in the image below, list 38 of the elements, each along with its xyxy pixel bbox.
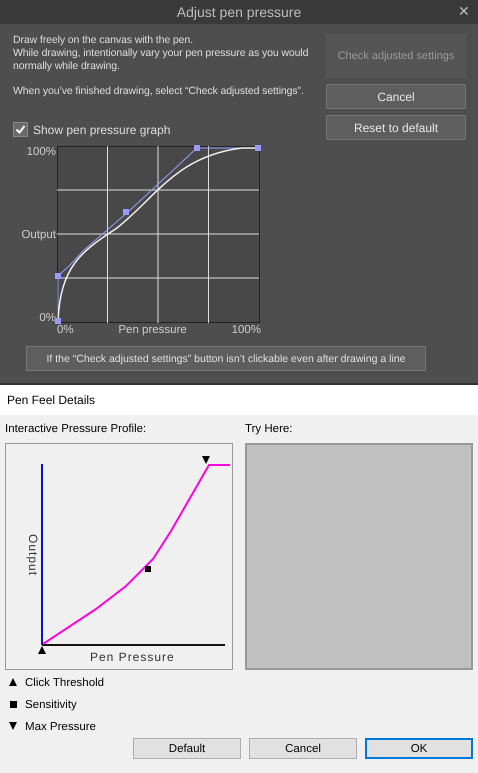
control-point[interactable] [55, 273, 61, 279]
dialog-button[interactable]: Cancel [326, 84, 466, 109]
control-point[interactable] [255, 145, 261, 151]
max-pressure-handle[interactable] [202, 456, 210, 464]
axis-label: 100% [232, 324, 261, 338]
dialog-title: Adjust pen pressure [176, 4, 302, 20]
drawing-area[interactable] [245, 443, 473, 670]
dialog-button[interactable]: Cancel [249, 738, 357, 759]
checkbox[interactable] [13, 122, 28, 137]
legend-label: Click Threshold [25, 676, 104, 688]
panel-label: Try Here: [245, 423, 294, 437]
dialog-button[interactable]: Reset to default [326, 115, 466, 140]
section-title: Pen Feel Details [0, 385, 478, 415]
triangle-icon [9, 722, 17, 731]
instruction-text: Draw freely on the canvas with the pen. While drawing, intentionally vary your pen pressure as you would normally while drawing. [13, 34, 310, 73]
checkbox-label: Show pen pressure graph [33, 122, 170, 136]
close-button[interactable]: ✕ [458, 3, 470, 19]
control-point[interactable] [194, 145, 200, 151]
control-point[interactable] [55, 318, 61, 324]
triangle-icon [9, 678, 17, 687]
axis-label: 0% [39, 312, 56, 324]
control-point[interactable] [123, 209, 129, 215]
panel-label: Interactive Pressure Profile: [5, 423, 148, 437]
square-icon [9, 700, 17, 709]
legend-label: Sensitivity [25, 698, 77, 710]
axis-label: Output [26, 534, 40, 576]
axis-label: 0% [57, 324, 74, 338]
threshold-handle[interactable] [38, 646, 46, 654]
help-button[interactable]: If the “Check adjusted settings” button isn’t clickable even after drawing a line [26, 346, 426, 371]
sensitivity-handle[interactable] [145, 566, 151, 572]
instruction-text: When you’ve finished drawing, select “Check adjusted settings”. [13, 85, 305, 98]
axis-label: Pen Pressure [90, 650, 175, 664]
dialog-button[interactable]: Default [133, 738, 241, 759]
dialog-button[interactable]: OK [365, 738, 473, 759]
axis-label: Pen pressure [118, 324, 187, 338]
axis-label: 100% [26, 146, 56, 158]
legend-label: Max Pressure [25, 720, 96, 732]
axis-label: Output [21, 229, 56, 241]
